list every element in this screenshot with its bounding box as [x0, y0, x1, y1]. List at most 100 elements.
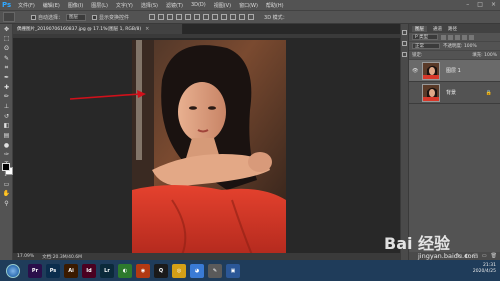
canvas-photo[interactable] — [132, 40, 286, 255]
zoom-level[interactable]: 17.09% — [17, 254, 34, 259]
filter-adjust-icon[interactable] — [448, 34, 453, 40]
menu-help[interactable]: 帮助(H) — [266, 2, 284, 9]
crop-tool-icon[interactable]: ⌗ — [2, 64, 11, 72]
brush-tool-icon[interactable]: ✏ — [2, 93, 11, 101]
eraser-tool-icon[interactable]: ◧ — [2, 122, 11, 130]
menu-file[interactable]: 文件(F) — [18, 2, 35, 9]
maximize-button[interactable]: □ — [477, 1, 483, 8]
distribute-top-icon[interactable] — [203, 14, 210, 20]
align-right-icon[interactable] — [194, 14, 201, 20]
document-area: 偶撞图片_20190706160837.jpg @ 17.1%(图层 1, RG… — [13, 24, 400, 260]
menu-3d[interactable]: 3D(D) — [191, 2, 206, 9]
minimize-button[interactable]: – — [466, 1, 469, 8]
menu-layer[interactable]: 图层(L) — [91, 2, 108, 9]
distribute-center-icon[interactable] — [239, 14, 246, 20]
3d-mode-label: 3D 模式： — [264, 14, 288, 21]
clone-stamp-tool-icon[interactable]: ⊥ — [2, 103, 11, 111]
taskbar-app-9[interactable]: ◕ — [190, 263, 204, 278]
align-top-icon[interactable] — [149, 14, 156, 20]
taskbar-app-2[interactable]: Ai — [64, 263, 78, 278]
move-tool-icon[interactable]: ✥ — [2, 25, 11, 33]
menu-select[interactable]: 选择(S) — [141, 2, 158, 9]
portrait-image — [132, 40, 286, 255]
align-bottom-icon[interactable] — [167, 14, 174, 20]
hand-tool-icon[interactable]: ✋ — [2, 190, 11, 198]
history-panel-icon[interactable] — [402, 30, 407, 35]
distribute-left-icon[interactable] — [230, 14, 237, 20]
layer-name[interactable]: 背景 — [446, 89, 456, 96]
start-button[interactable] — [6, 263, 20, 278]
taskbar-app-7[interactable]: Q — [154, 263, 168, 278]
layer-row-background[interactable]: 背景 🔒 — [409, 82, 500, 104]
menu-image[interactable]: 图像(I) — [68, 2, 83, 9]
distribute-middle-icon[interactable] — [212, 14, 219, 20]
move-tool-preset-icon[interactable] — [3, 12, 15, 22]
align-left-icon[interactable] — [176, 14, 183, 20]
taskbar-app-1[interactable]: Ps — [46, 263, 60, 278]
align-middle-icon[interactable] — [158, 14, 165, 20]
tools-panel: ✥ ⬚ ʘ ✎ ⌗ ✒ ✚ ✏ ⊥ ↺ ◧ ▤ ● ✑ T ➤ ▭ ✋ ⚲ — [0, 24, 13, 260]
align-icons — [149, 14, 255, 20]
filter-pixel-icon[interactable] — [441, 34, 446, 40]
watermark-text: Bai 经验 — [384, 234, 451, 253]
lasso-tool-icon[interactable]: ʘ — [2, 44, 11, 52]
red-arrow-annotation — [69, 90, 146, 100]
dodge-tool-icon[interactable]: ● — [2, 141, 11, 149]
menu-edit[interactable]: 编辑(E) — [43, 2, 60, 9]
tab-layers[interactable]: 图层 — [412, 25, 427, 32]
pen-tool-icon[interactable]: ✑ — [2, 151, 11, 159]
zoom-tool-icon[interactable]: ⚲ — [2, 199, 11, 207]
auto-select-dropdown[interactable]: 图层 — [66, 13, 87, 21]
fill-field[interactable]: 填充: 100% — [472, 52, 497, 58]
document-tab[interactable]: 偶撞图片_20190706160837.jpg @ 17.1%(图层 1, RG… — [13, 24, 183, 34]
taskbar-app-10[interactable]: ✎ — [208, 263, 222, 278]
taskbar-app-8[interactable]: ◎ — [172, 263, 186, 278]
properties-panel-icon[interactable] — [402, 41, 407, 46]
layer-row-layer1[interactable]: 👁 图层 1 — [409, 60, 500, 82]
taskbar-app-6[interactable]: ◉ — [136, 263, 150, 278]
taskbar-app-5[interactable]: ◐ — [118, 263, 132, 278]
marquee-tool-icon[interactable]: ⬚ — [2, 35, 11, 43]
tab-paths[interactable]: 路径 — [448, 26, 457, 32]
auto-select-label: 自动选择： — [38, 14, 64, 21]
rectangle-tool-icon[interactable]: ▭ — [2, 180, 11, 188]
layer-thumbnail-image — [423, 84, 439, 101]
history-brush-tool-icon[interactable]: ↺ — [2, 112, 11, 120]
layer-kind-filter[interactable]: P 类型 — [412, 34, 438, 40]
align-center-icon[interactable] — [185, 14, 192, 20]
auto-select-checkbox[interactable] — [31, 14, 36, 20]
menu-filter[interactable]: 滤镜(T) — [166, 2, 183, 9]
filter-smart-icon[interactable] — [469, 34, 474, 40]
taskbar-app-11[interactable]: ▣ — [226, 263, 240, 278]
foreground-color-swatch[interactable] — [2, 163, 10, 171]
menu-view[interactable]: 视图(V) — [214, 2, 231, 9]
gradient-tool-icon[interactable]: ▤ — [2, 132, 11, 140]
layers-panel: 图层 通道 路径 P 类型 正常 不透明度: 100% 锁定: 填充: 100%… — [409, 24, 500, 260]
eye-icon[interactable]: 👁 — [412, 68, 419, 74]
blend-row: 正常 不透明度: 100% — [409, 42, 500, 51]
tab-channels[interactable]: 通道 — [433, 26, 442, 32]
quick-select-tool-icon[interactable]: ✎ — [2, 54, 11, 62]
taskbar-app-3[interactable]: Id — [82, 263, 96, 278]
eyedropper-tool-icon[interactable]: ✒ — [2, 73, 11, 81]
filter-type-icon[interactable] — [455, 34, 460, 40]
lock-label: 锁定: — [412, 53, 423, 58]
show-transform-checkbox[interactable] — [92, 14, 98, 20]
new-layer-icon[interactable]: ▭ — [482, 253, 487, 259]
character-panel-icon[interactable] — [402, 52, 407, 57]
distribute-bottom-icon[interactable] — [221, 14, 228, 20]
delete-layer-icon[interactable]: 🗑 — [491, 253, 497, 259]
close-button[interactable]: × — [491, 1, 496, 8]
blend-mode-dropdown[interactable]: 正常 — [412, 43, 440, 49]
healing-brush-tool-icon[interactable]: ✚ — [2, 83, 11, 91]
filter-shape-icon[interactable] — [462, 34, 467, 40]
close-tab-icon[interactable]: × — [145, 26, 149, 32]
taskbar-app-4[interactable]: Lr — [100, 263, 114, 278]
menu-window[interactable]: 窗口(W) — [239, 2, 258, 9]
opacity-field[interactable]: 不透明度: 100% — [443, 43, 477, 49]
distribute-right-icon[interactable] — [248, 14, 255, 20]
layer-name[interactable]: 图层 1 — [446, 67, 461, 74]
menu-type[interactable]: 文字(Y) — [116, 2, 133, 9]
clock-date[interactable]: 2020/4/25 — [473, 269, 496, 275]
taskbar-app-0[interactable]: Pr — [28, 263, 42, 278]
